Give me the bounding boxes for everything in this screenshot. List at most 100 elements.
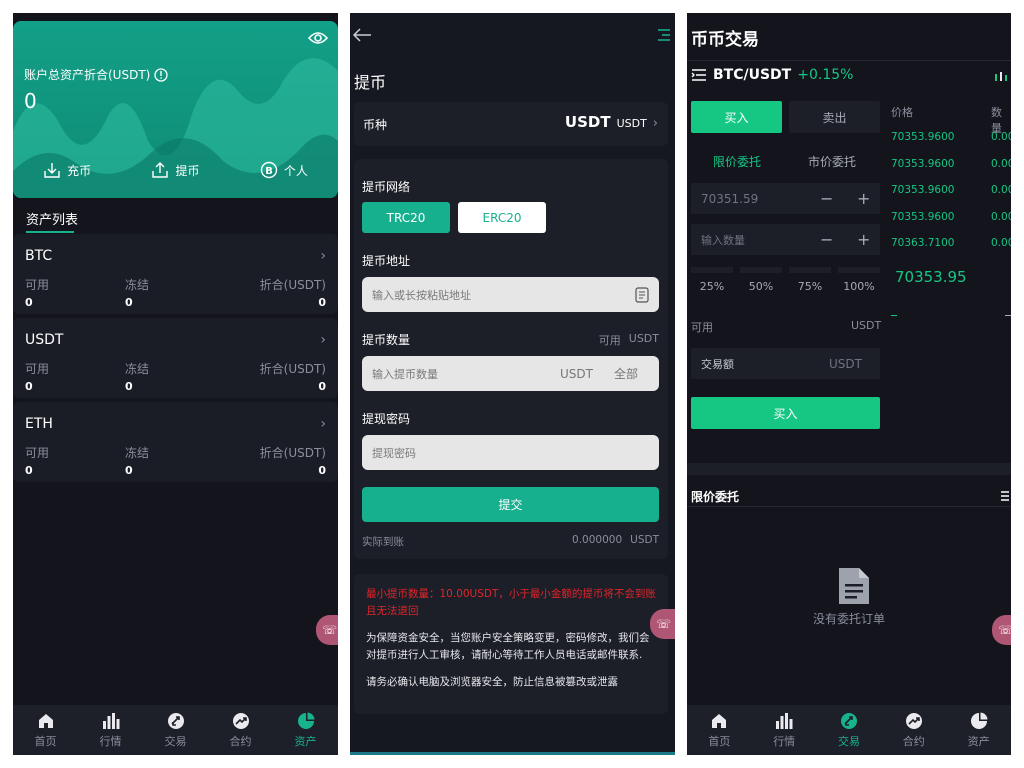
home-icon	[712, 713, 727, 728]
tab-market[interactable]: 行情	[86, 712, 136, 749]
market-order-tab[interactable]: 市价委托	[808, 153, 856, 170]
price-input[interactable]: 70351.59 − +	[691, 183, 880, 214]
withdraw-notes: 最小提币数量：10.00USDT，小于最小金额的提币将不会到账且无法退回 为保障…	[354, 574, 668, 714]
asset-list-title: 资产列表	[26, 213, 79, 228]
minus-icon[interactable]: −	[820, 189, 833, 208]
tab-label: 资产	[967, 734, 990, 748]
coin-sub: USDT	[616, 117, 647, 130]
frozen-label: 冻结	[125, 446, 150, 460]
info-icon[interactable]	[154, 67, 168, 82]
withdraw-all-button[interactable]: 全部	[614, 365, 638, 382]
limit-order-tab[interactable]: 限价委托	[713, 153, 761, 170]
tab-contract[interactable]: 合约	[889, 712, 939, 749]
orderbook-price[interactable]: 70363.7100	[891, 237, 954, 249]
orders-divider	[687, 506, 1011, 507]
orderbook-qty: 0.0012	[991, 237, 1011, 249]
tab-label: 行情	[99, 734, 122, 748]
tab-label: 交易	[164, 734, 187, 748]
percent-25-button[interactable]: 25%	[691, 280, 733, 293]
tab-contract[interactable]: 合约	[216, 712, 266, 749]
asset-card-btc[interactable]: BTC › 可用 冻结 折合(USDT) 0 0 0	[13, 234, 338, 314]
pair-selector[interactable]: BTC/USDT +0.15%	[691, 67, 853, 83]
orderbook-price[interactable]: 70353.9600	[891, 184, 954, 196]
candlestick-icon[interactable]	[993, 69, 1009, 85]
eye-icon[interactable]	[308, 31, 328, 45]
paste-icon[interactable]	[635, 287, 649, 303]
available-value: 0	[25, 464, 33, 477]
submit-button[interactable]: 提交	[362, 487, 659, 522]
withdraw-label: 提币	[175, 163, 200, 178]
browser-safety-note: 请务必确认电脑及浏览器安全，防止信息被篡改或泄露	[366, 676, 618, 688]
customer-service-float-button[interactable]: ☏	[650, 609, 675, 639]
amount-label: 提币数量	[362, 333, 411, 347]
coin-selector[interactable]: 币种 USDT USDT ›	[354, 102, 668, 146]
back-arrow-icon[interactable]	[352, 27, 372, 43]
buy-tab[interactable]: 买入	[691, 101, 782, 133]
trade-icon	[167, 712, 184, 729]
equiv-label: 折合(USDT)	[259, 362, 326, 376]
orderbook-qty: 0.0019	[991, 131, 1011, 143]
orderbook-price[interactable]: 70353.9600	[891, 211, 954, 223]
orderbook-qty: 0.0010	[991, 158, 1011, 170]
equiv-value: 0	[318, 464, 326, 477]
orderbook-price[interactable]: 70353.9600	[891, 158, 954, 170]
actual-receive-label: 实际到账	[362, 536, 404, 548]
bottom-tabbar: 首页 行情 交易 合约 资产	[687, 705, 1011, 755]
withdraw-button[interactable]: 提币	[151, 161, 200, 179]
network-erc20-button[interactable]: ERC20	[458, 202, 546, 233]
available-unit: USDT	[851, 319, 882, 332]
tab-trade[interactable]: 交易	[151, 712, 201, 749]
tab-assets[interactable]: 资产	[281, 712, 331, 749]
list-icon[interactable]	[1001, 491, 1009, 501]
password-input[interactable]: 提现密码	[362, 435, 659, 470]
price-header: 价格	[891, 106, 913, 119]
customer-service-float-button[interactable]: ☏	[316, 615, 338, 645]
tab-market[interactable]: 行情	[759, 712, 809, 749]
home-icon	[38, 713, 53, 728]
tab-home[interactable]: 首页	[21, 712, 71, 749]
asset-actions: 充币 提币 B 个人	[13, 161, 338, 179]
empty-document-icon	[839, 568, 869, 604]
orderbook-qty: 0.0003	[991, 211, 1011, 223]
tab-assets[interactable]: 资产	[954, 712, 1004, 749]
sell-tab[interactable]: 卖出	[789, 101, 880, 133]
tab-label: 合约	[902, 734, 925, 748]
tab-home[interactable]: 首页	[694, 712, 744, 749]
profile-button[interactable]: B 个人	[260, 161, 308, 179]
contract-icon	[232, 712, 249, 729]
buy-submit-button[interactable]: 买入	[691, 397, 880, 429]
trade-amount-field[interactable]: 交易额 USDT	[691, 348, 880, 379]
orderbook-price[interactable]: 70353.9600	[891, 131, 954, 143]
asset-card-eth[interactable]: ETH › 可用 冻结 折合(USDT) 0 0 0	[13, 402, 338, 482]
address-input[interactable]: 输入或长按粘贴地址	[362, 277, 659, 312]
menu-icon[interactable]	[657, 28, 671, 42]
network-trc20-button[interactable]: TRC20	[362, 202, 450, 233]
amount-input[interactable]: 输入提币数量 USDT 全部	[362, 356, 659, 391]
trade-screen: 币币交易 BTC/USDT +0.15% 买入 卖出 限价委托 市价委托 703…	[687, 13, 1011, 755]
price-value: 70351.59	[701, 191, 759, 206]
plus-icon[interactable]: +	[857, 230, 870, 249]
quantity-placeholder: 输入数量	[701, 233, 745, 247]
tab-trade[interactable]: 交易	[824, 712, 874, 749]
network-label: 提币网络	[362, 180, 411, 194]
password-placeholder: 提现密码	[372, 446, 416, 460]
percent-50-button[interactable]: 50%	[740, 280, 782, 293]
minus-icon[interactable]: −	[820, 230, 833, 249]
actual-receive-value: 0.000000	[572, 534, 623, 546]
percent-100-button[interactable]: 100%	[838, 280, 880, 293]
coin-value-group: USDT USDT ›	[565, 113, 658, 131]
profile-label: 个人	[283, 163, 308, 178]
percent-75-button[interactable]: 75%	[789, 280, 831, 293]
asset-name: BTC	[25, 248, 53, 264]
asset-card-usdt[interactable]: USDT › 可用 冻结 折合(USDT) 0 0 0	[13, 318, 338, 398]
empty-orders-text: 没有委托订单	[812, 612, 885, 626]
available-label: 可用	[25, 278, 50, 292]
deposit-button[interactable]: 充币	[43, 161, 91, 179]
customer-service-float-button[interactable]: ☏	[992, 615, 1011, 645]
min-withdraw-warning: 最小提币数量：10.00USDT，小于最小金额的提币将不会到账且无法退回	[366, 588, 656, 617]
orderbook-qty: 0.0018	[991, 184, 1011, 196]
total-assets-label: 账户总资产折合(USDT)	[24, 66, 168, 83]
plus-icon[interactable]: +	[857, 189, 870, 208]
asset-name: USDT	[25, 332, 64, 348]
quantity-input[interactable]: 输入数量 − +	[691, 224, 880, 255]
